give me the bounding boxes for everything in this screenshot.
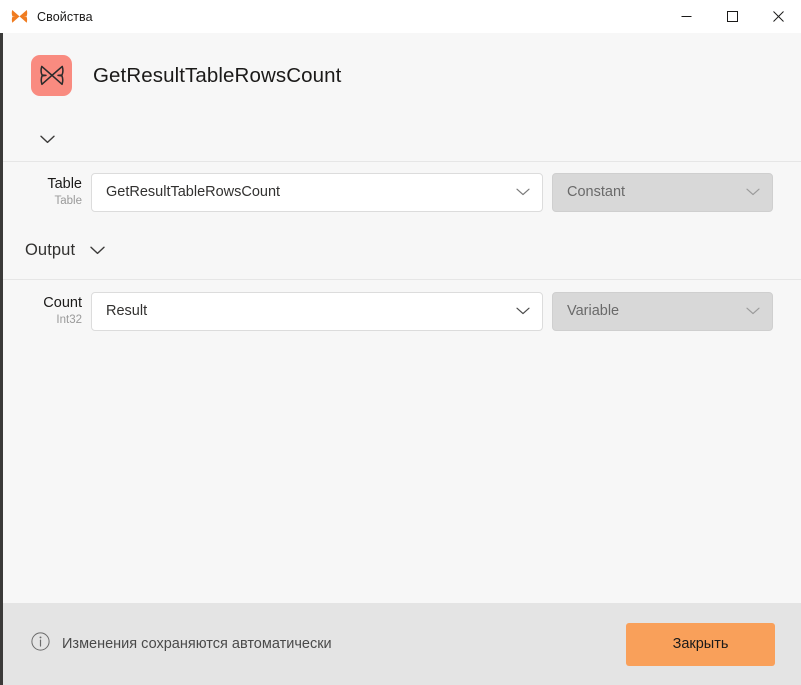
- input-section-toggle-strip: [3, 118, 801, 162]
- window-controls: [663, 0, 801, 33]
- field-type: Int32: [56, 313, 82, 326]
- autosave-note: Изменения сохраняются автоматически: [31, 632, 332, 656]
- table-kind-select[interactable]: Constant: [552, 172, 773, 212]
- table-value-input[interactable]: GetResultTableRowsCount: [91, 172, 543, 212]
- activity-header: GetResultTableRowsCount: [3, 33, 801, 118]
- count-value-input[interactable]: Result: [91, 291, 543, 331]
- dialog-footer: Изменения сохраняются автоматически Закр…: [0, 603, 801, 685]
- table-value-text: GetResultTableRowsCount: [106, 184, 281, 200]
- butterfly-icon: [10, 8, 28, 26]
- count-kind-text: Variable: [567, 303, 620, 319]
- page-title: GetResultTableRowsCount: [93, 63, 342, 87]
- content-filler: [3, 342, 801, 603]
- field-type: Table: [54, 194, 83, 207]
- table-kind-text: Constant: [567, 184, 626, 200]
- count-value-text: Result: [106, 303, 148, 319]
- info-circle-icon: [31, 632, 50, 656]
- title-bar: Свойства: [0, 0, 801, 33]
- field-name: Table: [47, 176, 82, 193]
- properties-content: GetResultTableRowsCount Table Table GetR…: [0, 33, 801, 603]
- count-kind-select[interactable]: Variable: [552, 291, 773, 331]
- chevron-down-icon[interactable]: [36, 129, 58, 151]
- chevron-down-icon[interactable]: [86, 240, 108, 262]
- properties-window: Свойства GetResultTableRowsCount Table T…: [0, 0, 801, 685]
- chevron-down-icon[interactable]: [514, 307, 532, 315]
- maximize-button[interactable]: [709, 0, 755, 33]
- autosave-text: Изменения сохраняются автоматически: [62, 636, 332, 652]
- close-dialog-button[interactable]: Закрыть: [626, 622, 775, 666]
- field-row-count: Count Int32 Result Variable: [3, 280, 801, 342]
- chevron-down-icon[interactable]: [744, 188, 762, 196]
- field-row-table: Table Table GetResultTableRowsCount Cons…: [3, 162, 801, 222]
- window-title: Свойства: [37, 9, 93, 24]
- butterfly-icon: [31, 55, 72, 96]
- field-label-table: Table Table: [3, 176, 91, 207]
- output-section-header[interactable]: Output: [3, 222, 801, 280]
- field-name: Count: [43, 295, 82, 312]
- chevron-down-icon[interactable]: [744, 307, 762, 315]
- minimize-button[interactable]: [663, 0, 709, 33]
- output-section-label: Output: [25, 241, 76, 259]
- chevron-down-icon[interactable]: [514, 188, 532, 196]
- field-label-count: Count Int32: [3, 295, 91, 326]
- close-button[interactable]: [755, 0, 801, 33]
